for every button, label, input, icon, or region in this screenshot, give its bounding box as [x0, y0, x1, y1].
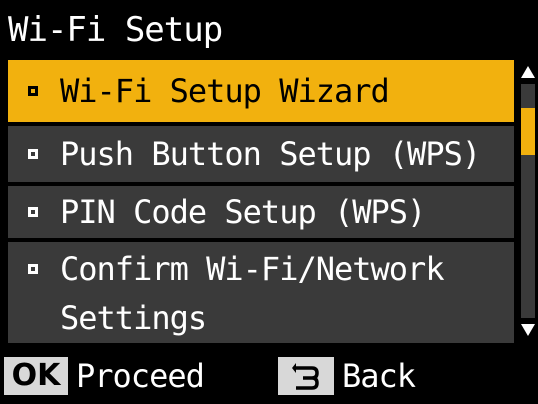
menu-item-label-line2: Settings	[60, 299, 207, 337]
bullet-icon	[28, 149, 38, 159]
menu-item-confirm-wifi-network-settings[interactable]: Confirm Wi-Fi/Network Settings	[8, 242, 514, 343]
bullet-icon	[28, 86, 38, 96]
page-title: Wi-Fi Setup	[8, 10, 223, 50]
back-label: Back	[342, 357, 416, 395]
menu-item-label: PIN Code Setup (WPS)	[60, 193, 426, 231]
printer-lcd-screen: Wi-Fi Setup Wi-Fi Setup Wizard Push Butt…	[0, 0, 538, 404]
scroll-up-arrow-icon	[521, 66, 535, 78]
bullet-icon	[28, 264, 38, 274]
scroll-thumb[interactable]	[521, 108, 535, 155]
title-bar: Wi-Fi Setup	[0, 0, 538, 60]
back-arrow-icon	[278, 357, 334, 395]
scrollbar[interactable]	[518, 60, 538, 343]
scroll-down-arrow-icon	[521, 324, 535, 336]
menu-item-label: Confirm Wi-Fi/Network	[60, 250, 445, 288]
footer-key-guide: OK Proceed Back	[0, 347, 538, 404]
scroll-track	[521, 84, 535, 318]
menu-item-pin-code-setup[interactable]: PIN Code Setup (WPS)	[8, 186, 514, 238]
ok-key-badge: OK	[4, 357, 68, 395]
menu-item-wifi-setup-wizard[interactable]: Wi-Fi Setup Wizard	[8, 60, 514, 122]
bullet-icon	[28, 207, 38, 217]
menu-item-label: Push Button Setup (WPS)	[60, 135, 481, 173]
menu-item-label: Wi-Fi Setup Wizard	[60, 72, 390, 110]
menu-item-push-button-setup[interactable]: Push Button Setup (WPS)	[8, 126, 514, 182]
proceed-label: Proceed	[76, 357, 205, 395]
